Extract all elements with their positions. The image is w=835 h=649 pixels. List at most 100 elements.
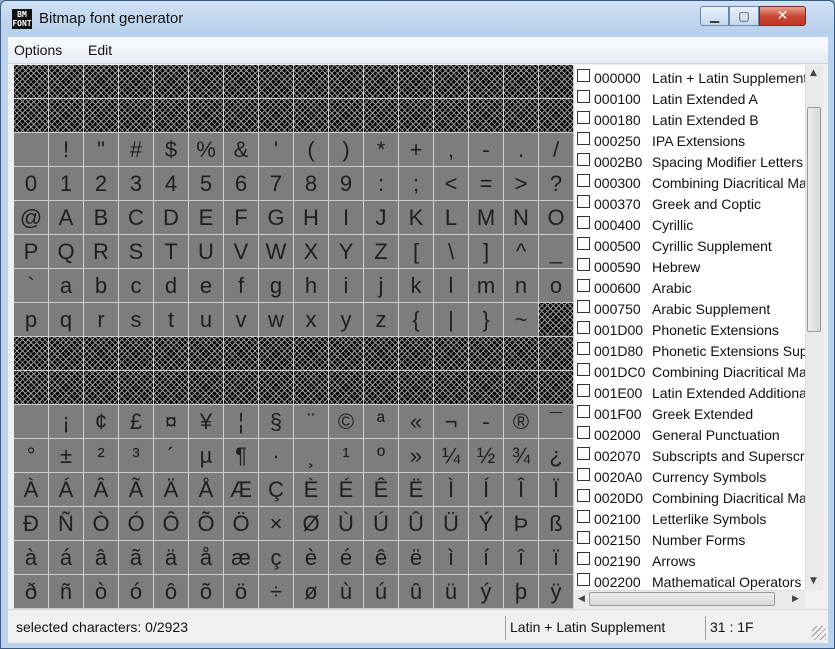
- char-cell[interactable]: [84, 65, 119, 99]
- char-cell[interactable]: ®: [504, 405, 539, 439]
- char-cell[interactable]: F: [224, 201, 259, 235]
- charset-checkbox[interactable]: [577, 573, 590, 586]
- char-cell[interactable]: @: [14, 201, 49, 235]
- char-cell[interactable]: ,: [434, 133, 469, 167]
- char-cell[interactable]: n: [504, 269, 539, 303]
- charset-list-item[interactable]: 000370 Greek and Coptic: [575, 193, 805, 214]
- scroll-right-icon[interactable]: ▶: [792, 594, 799, 604]
- charset-checkbox[interactable]: [577, 426, 590, 439]
- char-cell[interactable]: [49, 337, 84, 371]
- char-cell[interactable]: w: [259, 303, 294, 337]
- char-cell[interactable]: Å: [189, 473, 224, 507]
- char-cell[interactable]: [84, 99, 119, 133]
- char-cell[interactable]: è: [294, 541, 329, 575]
- char-cell[interactable]: [364, 337, 399, 371]
- char-cell[interactable]: [189, 371, 224, 405]
- char-cell[interactable]: c: [119, 269, 154, 303]
- char-cell[interactable]: Ô: [154, 507, 189, 541]
- char-cell[interactable]: ÷: [259, 575, 294, 609]
- char-cell[interactable]: 0: [14, 167, 49, 201]
- charset-list-item[interactable]: 0020A0 Currency Symbols: [575, 466, 805, 487]
- char-cell[interactable]: Î: [504, 473, 539, 507]
- char-cell[interactable]: ÿ: [539, 575, 574, 609]
- char-cell[interactable]: Ý: [469, 507, 504, 541]
- char-cell[interactable]: [364, 65, 399, 99]
- charset-checkbox[interactable]: [577, 237, 590, 250]
- char-cell[interactable]: Ì: [434, 473, 469, 507]
- char-cell[interactable]: N: [504, 201, 539, 235]
- char-cell[interactable]: p: [14, 303, 49, 337]
- char-cell[interactable]: ©: [329, 405, 364, 439]
- char-cell[interactable]: î: [504, 541, 539, 575]
- char-cell[interactable]: D: [154, 201, 189, 235]
- vertical-scroll-thumb[interactable]: [807, 107, 821, 332]
- char-cell[interactable]: /: [539, 133, 574, 167]
- char-cell[interactable]: [504, 65, 539, 99]
- char-cell[interactable]: R: [84, 235, 119, 269]
- char-cell[interactable]: Ó: [119, 507, 154, 541]
- char-cell[interactable]: ~: [504, 303, 539, 337]
- char-cell[interactable]: o: [539, 269, 574, 303]
- horizontal-scrollbar[interactable]: ◀ ▶: [575, 590, 805, 608]
- resize-grip-icon[interactable]: [812, 626, 826, 640]
- char-cell[interactable]: ä: [154, 541, 189, 575]
- char-cell[interactable]: -: [469, 405, 504, 439]
- charset-list-item[interactable]: 000180 Latin Extended B: [575, 109, 805, 130]
- char-cell[interactable]: u: [189, 303, 224, 337]
- char-cell[interactable]: á: [49, 541, 84, 575]
- char-cell[interactable]: 1: [49, 167, 84, 201]
- char-cell[interactable]: P: [14, 235, 49, 269]
- char-cell[interactable]: [469, 65, 504, 99]
- char-cell[interactable]: (: [294, 133, 329, 167]
- char-cell[interactable]: [399, 65, 434, 99]
- char-cell[interactable]: Y: [329, 235, 364, 269]
- char-cell[interactable]: [259, 337, 294, 371]
- char-cell[interactable]: Ñ: [49, 507, 84, 541]
- char-cell[interactable]: r: [84, 303, 119, 337]
- char-cell[interactable]: &: [224, 133, 259, 167]
- char-cell[interactable]: V: [224, 235, 259, 269]
- minimize-button[interactable]: ▁: [700, 6, 729, 26]
- char-cell[interactable]: Ü: [434, 507, 469, 541]
- char-cell[interactable]: Þ: [504, 507, 539, 541]
- char-cell[interactable]: |: [434, 303, 469, 337]
- char-cell[interactable]: g: [259, 269, 294, 303]
- char-cell[interactable]: [154, 99, 189, 133]
- char-cell[interactable]: ¯: [539, 405, 574, 439]
- charset-list-item[interactable]: 001DC0 Combining Diacritical Marks Supple…: [575, 361, 805, 382]
- char-cell[interactable]: [14, 133, 49, 167]
- char-cell[interactable]: [259, 65, 294, 99]
- char-cell[interactable]: U: [189, 235, 224, 269]
- char-cell[interactable]: [189, 65, 224, 99]
- char-cell[interactable]: Ä: [154, 473, 189, 507]
- horizontal-scroll-thumb[interactable]: [589, 592, 775, 606]
- charset-list-item[interactable]: 002150 Number Forms: [575, 529, 805, 550]
- char-cell[interactable]: [119, 99, 154, 133]
- char-cell[interactable]: â: [84, 541, 119, 575]
- char-cell[interactable]: [434, 99, 469, 133]
- char-cell[interactable]: [294, 337, 329, 371]
- char-cell[interactable]: ý: [469, 575, 504, 609]
- char-cell[interactable]: ¶: [224, 439, 259, 473]
- charset-list-item[interactable]: 000500 Cyrillic Supplement: [575, 235, 805, 256]
- char-cell[interactable]: ß: [539, 507, 574, 541]
- char-cell[interactable]: W: [259, 235, 294, 269]
- char-cell[interactable]: Û: [399, 507, 434, 541]
- char-cell[interactable]: [189, 99, 224, 133]
- char-cell[interactable]: *: [364, 133, 399, 167]
- charset-checkbox[interactable]: [577, 279, 590, 292]
- char-cell[interactable]: ¸: [294, 439, 329, 473]
- charset-list-item[interactable]: 002200 Mathematical Operators: [575, 571, 805, 592]
- char-cell[interactable]: í: [469, 541, 504, 575]
- character-grid[interactable]: ! " # $% & '() * +, -./0 1 2 3 4 5 6 7 8 9:; < = >? @ A B C D E F G H…: [14, 65, 574, 609]
- char-cell[interactable]: ¾: [504, 439, 539, 473]
- char-cell[interactable]: O: [539, 201, 574, 235]
- char-cell[interactable]: Â: [84, 473, 119, 507]
- charset-checkbox[interactable]: [577, 216, 590, 229]
- char-cell[interactable]: [224, 99, 259, 133]
- char-cell[interactable]: ¤: [154, 405, 189, 439]
- charset-list-item[interactable]: 002190 Arrows: [575, 550, 805, 571]
- char-cell[interactable]: Ö: [224, 507, 259, 541]
- charset-checkbox[interactable]: [577, 258, 590, 271]
- char-cell[interactable]: d: [154, 269, 189, 303]
